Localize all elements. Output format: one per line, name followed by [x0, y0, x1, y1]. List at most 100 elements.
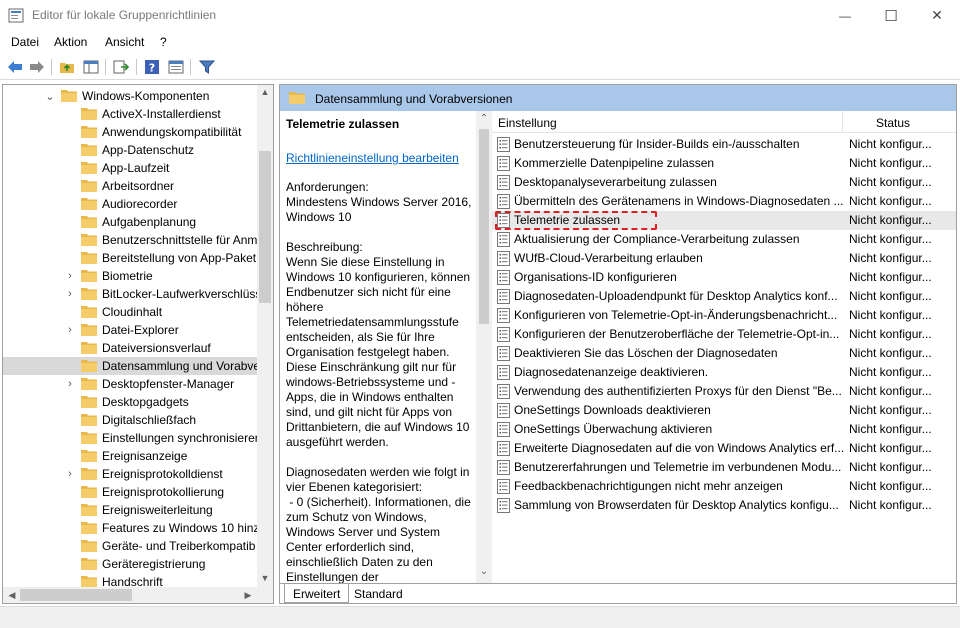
- tree-item-label: Features zu Windows 10 hinzu: [102, 521, 267, 535]
- tree-item[interactable]: Anwendungskompatibilität: [3, 123, 273, 141]
- tree-item[interactable]: › Datei-Explorer: [3, 321, 273, 339]
- tree-item[interactable]: Bereitstellung von App-Paket: [3, 249, 273, 267]
- tree-item[interactable]: Digitalschließfach: [3, 411, 273, 429]
- description-scrollbar[interactable]: ⌃ ⌄: [476, 111, 492, 583]
- expand-chevron-icon[interactable]: ›: [65, 468, 75, 480]
- list-item[interactable]: Konfigurieren von Telemetrie-Opt-in-Ände…: [492, 306, 956, 325]
- list-item[interactable]: Kommerzielle Datenpipeline zulassen Nicht…: [492, 154, 956, 173]
- list-item[interactable]: Diagnosedaten-Uploadendpunkt für Desktop…: [492, 287, 956, 306]
- policy-tree[interactable]: ⌄ Windows-Komponenten ActiveX-Installerdie…: [2, 84, 274, 604]
- tree-item[interactable]: App-Laufzeit: [3, 159, 273, 177]
- back-button[interactable]: [5, 57, 25, 77]
- edit-policy-link[interactable]: Richtlinieneinstellung bearbeiten: [286, 151, 459, 165]
- tree-item[interactable]: Aufgabenplanung: [3, 213, 273, 231]
- list-item[interactable]: Sammlung von Browserdaten für Desktop An…: [492, 496, 956, 515]
- scroll-down-arrow-icon[interactable]: ▼: [258, 573, 272, 583]
- tree-item[interactable]: Benutzerschnittstelle für Anm: [3, 231, 273, 249]
- minimize-button[interactable]: —: [822, 0, 868, 31]
- tree-item[interactable]: Einstellungen synchronisierer: [3, 429, 273, 447]
- list-item[interactable]: Telemetrie zulassen Nicht konfigur...: [492, 211, 956, 230]
- column-header-setting[interactable]: Einstellung: [498, 116, 557, 130]
- tree-item[interactable]: Cloudinhalt: [3, 303, 273, 321]
- tree-scroll-thumb[interactable]: [259, 151, 271, 303]
- list-item[interactable]: Desktopanalyseverarbeitung zulassen Nicht…: [492, 173, 956, 192]
- scroll-left-arrow-icon[interactable]: ◀: [5, 590, 19, 601]
- list-item[interactable]: Benutzersteuerung für Insider-Builds ein…: [492, 135, 956, 154]
- help-button[interactable]: ?: [142, 57, 162, 77]
- setting-name: Sammlung von Browserdaten für Desktop An…: [514, 498, 839, 512]
- group-policy-app-icon: [8, 8, 24, 23]
- focus-highlight-box: [495, 211, 657, 230]
- tree-item[interactable]: › Biometrie: [3, 267, 273, 285]
- expand-chevron-icon[interactable]: ›: [65, 270, 75, 282]
- list-item[interactable]: Deaktivieren Sie das Löschen der Diagnos…: [492, 344, 956, 363]
- scroll-right-arrow-icon[interactable]: ▶: [241, 590, 255, 601]
- tree-item[interactable]: ActiveX-Installerdienst: [3, 105, 273, 123]
- menu-aktion[interactable]: Aktion: [54, 35, 87, 49]
- setting-name: Benutzererfahrungen und Telemetrie im ve…: [514, 460, 842, 474]
- list-item[interactable]: OneSettings Downloads deaktivieren Nicht …: [492, 401, 956, 420]
- folder-icon: [81, 378, 97, 390]
- export-list-button[interactable]: [111, 57, 131, 77]
- menu-help[interactable]: ?: [160, 35, 167, 49]
- list-item[interactable]: Verwendung des authentifizierten Proxys …: [492, 382, 956, 401]
- tree-item[interactable]: Geräte- und Treiberkompatib: [3, 537, 273, 555]
- list-item[interactable]: Feedbackbenachrichtigungen nicht mehr an…: [492, 477, 956, 496]
- properties-button[interactable]: [166, 57, 186, 77]
- tree-vertical-scrollbar[interactable]: ▲ ▼: [257, 85, 273, 587]
- tree-item[interactable]: Datensammlung und Vorabve: [3, 357, 273, 375]
- list-item[interactable]: Diagnosedatenanzeige deaktivieren. Nicht …: [492, 363, 956, 382]
- list-item[interactable]: Organisations-ID konfigurieren Nicht konf…: [492, 268, 956, 287]
- forward-button[interactable]: [27, 57, 47, 77]
- collapse-chevron-icon[interactable]: ⌄: [45, 90, 55, 103]
- scroll-up-arrow-icon[interactable]: ▲: [258, 87, 272, 97]
- setting-status: Nicht konfigur...: [849, 156, 932, 170]
- scroll-down-arrow-icon[interactable]: ⌄: [477, 566, 491, 577]
- policy-setting-icon: [497, 308, 510, 323]
- tree-item[interactable]: › Desktopfenster-Manager: [3, 375, 273, 393]
- filter-button[interactable]: [197, 57, 217, 77]
- tree-horizontal-scrollbar[interactable]: ◀ ▶: [3, 587, 273, 603]
- scroll-up-arrow-icon[interactable]: ⌃: [477, 113, 491, 124]
- tree-item[interactable]: Features zu Windows 10 hinzu: [3, 519, 273, 537]
- list-item[interactable]: OneSettings Überwachung aktivieren Nicht …: [492, 420, 956, 439]
- list-item[interactable]: Konfigurieren der Benutzeroberfläche der…: [492, 325, 956, 344]
- tree-item[interactable]: Arbeitsordner: [3, 177, 273, 195]
- tree-hscroll-thumb[interactable]: [20, 589, 132, 601]
- tab-standard[interactable]: Standard: [346, 584, 411, 603]
- tree-item[interactable]: Desktopgadgets: [3, 393, 273, 411]
- list-item[interactable]: Übermitteln des Gerätenamens in Windows-…: [492, 192, 956, 211]
- close-button[interactable]: ✕: [914, 0, 960, 31]
- tree-item[interactable]: Ereignisprotokollierung: [3, 483, 273, 501]
- maximize-button[interactable]: ☐: [868, 0, 914, 31]
- folder-icon: [81, 198, 97, 210]
- list-item[interactable]: WUfB-Cloud-Verarbeitung erlauben Nicht ko…: [492, 249, 956, 268]
- tree-item[interactable]: App-Datenschutz: [3, 141, 273, 159]
- list-item[interactable]: Aktualisierung der Compliance-Verarbeitu…: [492, 230, 956, 249]
- menu-datei[interactable]: Datei: [11, 35, 39, 49]
- tree-item[interactable]: Ereignisanzeige: [3, 447, 273, 465]
- description-scroll-thumb[interactable]: [479, 129, 489, 324]
- expand-chevron-icon[interactable]: ›: [65, 288, 75, 300]
- tree-item[interactable]: Dateiversionsverlauf: [3, 339, 273, 357]
- tree-item[interactable]: Audiorecorder: [3, 195, 273, 213]
- tab-erweitert[interactable]: Erweitert: [284, 584, 350, 603]
- tree-item[interactable]: › Ereignisprotokolldienst: [3, 465, 273, 483]
- expand-chevron-icon[interactable]: ›: [65, 378, 75, 390]
- tree-item[interactable]: › BitLocker-Laufwerkverschlüss: [3, 285, 273, 303]
- list-item[interactable]: Benutzererfahrungen und Telemetrie im ve…: [492, 458, 956, 477]
- help-icon: ?: [145, 60, 159, 75]
- folder-icon: [81, 216, 97, 228]
- policy-setting-icon: [497, 384, 510, 399]
- folder-icon: [81, 450, 97, 462]
- menu-ansicht[interactable]: Ansicht: [105, 35, 144, 49]
- tree-item[interactable]: ⌄ Windows-Komponenten: [3, 87, 273, 105]
- tree-item[interactable]: Geräteregistrierung: [3, 555, 273, 573]
- show-hide-tree-button[interactable]: [81, 57, 101, 77]
- tree-item-label: Biometrie: [102, 269, 153, 283]
- expand-chevron-icon[interactable]: ›: [65, 324, 75, 336]
- column-header-status[interactable]: Status: [876, 116, 910, 130]
- tree-item[interactable]: Ereignisweiterleitung: [3, 501, 273, 519]
- list-item[interactable]: Erweiterte Diagnosedaten auf die von Win…: [492, 439, 956, 458]
- up-folder-button[interactable]: [57, 57, 77, 77]
